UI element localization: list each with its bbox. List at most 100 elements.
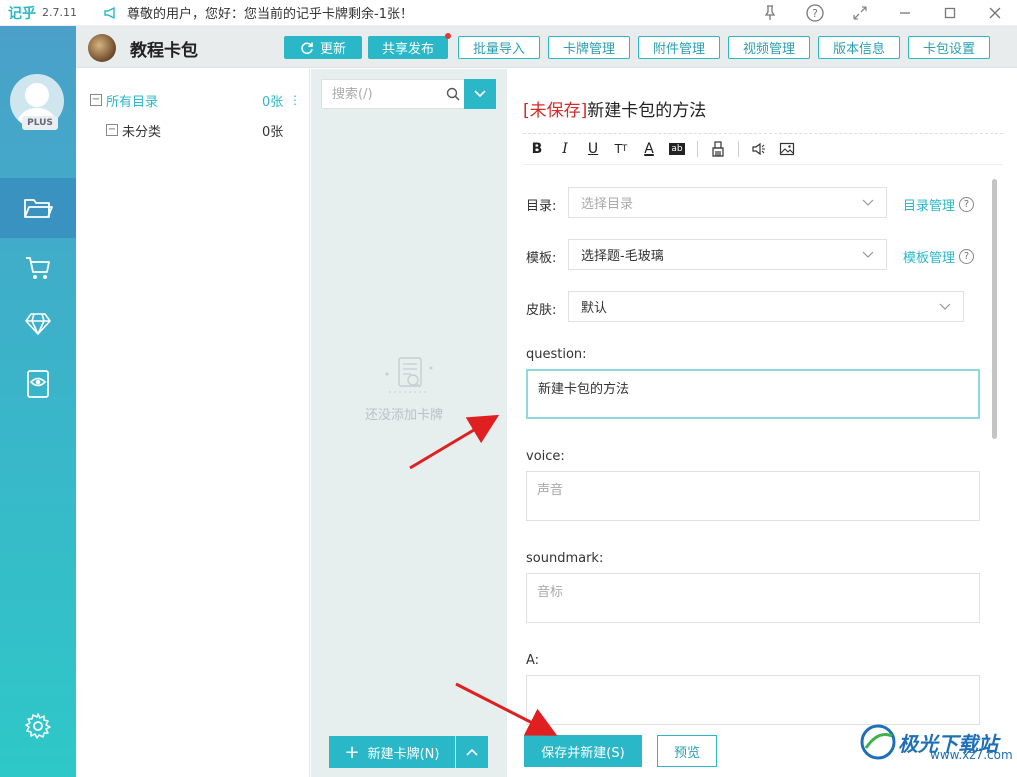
cart-icon — [26, 257, 50, 279]
audio-icon[interactable] — [745, 135, 773, 163]
update-label: 更新 — [319, 42, 346, 57]
diamond-icon — [25, 313, 51, 335]
watermark-logo-icon — [860, 724, 896, 760]
voice-field[interactable]: 声音 — [526, 471, 980, 521]
highlight-icon[interactable]: ab — [663, 135, 691, 163]
question-field[interactable]: 新建卡包的方法 — [526, 369, 980, 419]
help-icon[interactable]: ? — [959, 197, 975, 212]
save-and-new-button[interactable]: 保存并新建(S) — [524, 735, 642, 767]
tree-item-count: 0张 — [262, 94, 284, 110]
window-controls: ? — [747, 0, 1017, 26]
help-icon[interactable]: ? — [959, 249, 975, 264]
attachment-manage-button[interactable]: 附件管理 — [638, 36, 720, 59]
notice-text[interactable]: 尊敬的用户，您好：您当前的记乎卡牌剩余-1张！ — [127, 3, 413, 22]
pin-icon[interactable] — [747, 0, 792, 26]
tree-item-count: 0张 — [262, 124, 284, 140]
option-a-label: A: — [526, 653, 540, 668]
directory-tree: − 所有目录 0张 ⋮ − 未分类 0张 — [76, 69, 310, 777]
card-editor: [未保存]新建卡包的方法 B I U TT A ab 目录: 选择目录 目录管理… — [507, 69, 1017, 777]
version-info-label: 版本信息 — [832, 42, 885, 57]
help-icon[interactable]: ? — [792, 0, 837, 26]
preview-button[interactable]: 预览 — [657, 735, 717, 767]
tree-item-uncategorized[interactable]: − 未分类 0张 — [106, 120, 316, 140]
font-size-icon[interactable]: TT — [607, 135, 635, 163]
image-icon[interactable] — [773, 135, 801, 163]
nav-settings[interactable] — [0, 696, 76, 756]
question-label: question: — [526, 347, 587, 362]
chevron-up-icon — [466, 748, 478, 756]
unsaved-tag: [未保存] — [523, 101, 588, 121]
nav-vip[interactable] — [0, 294, 76, 354]
close-icon[interactable] — [972, 0, 1017, 26]
left-sidebar: PLUS — [0, 26, 76, 777]
chevron-down-icon — [862, 251, 874, 258]
new-card-button[interactable]: + 新建卡牌(N) — [329, 736, 455, 768]
directory-label: 目录: — [526, 199, 557, 214]
empty-state-text: 还没添加卡牌 — [365, 408, 444, 423]
template-manage-link[interactable]: 模板管理 ? — [903, 247, 975, 266]
empty-cards-icon — [385, 357, 433, 393]
directory-placeholder: 选择目录 — [581, 197, 634, 212]
nav-view[interactable] — [0, 354, 76, 414]
card-list-panel: 还没添加卡牌 + 新建卡牌(N) — [311, 69, 507, 777]
tree-item-label: 未分类 — [122, 124, 162, 140]
nav-store[interactable] — [0, 238, 76, 298]
directory-select[interactable]: 选择目录 — [568, 187, 887, 218]
option-a-field[interactable] — [526, 675, 980, 725]
watermark: 极光下载站 www.xz7.com — [858, 722, 1013, 762]
directory-manage-label: 目录管理 — [903, 199, 956, 214]
share-publish-button[interactable]: 共享发布 — [368, 33, 451, 59]
collapse-icon[interactable]: − — [106, 124, 118, 136]
new-card-options-button[interactable] — [456, 736, 488, 768]
font-color-icon[interactable]: A — [635, 135, 663, 163]
voice-label: voice: — [526, 449, 565, 464]
collapse-icon[interactable]: − — [90, 94, 102, 106]
search-box — [321, 79, 471, 109]
more-icon[interactable]: ⋮ — [289, 93, 301, 107]
refresh-icon — [301, 42, 313, 54]
version-info-button[interactable]: 版本信息 — [818, 36, 900, 59]
template-label: 模板: — [526, 251, 557, 266]
notification-dot — [445, 33, 451, 39]
tree-item-all[interactable]: − 所有目录 0张 ⋮ — [90, 90, 301, 110]
maximize-icon[interactable] — [927, 0, 972, 26]
pack-title: 教程卡包 — [130, 41, 198, 61]
fullscreen-icon[interactable] — [837, 0, 882, 26]
settings-icon — [25, 713, 51, 739]
watermark-url: www.xz7.com — [930, 748, 1013, 762]
template-select[interactable]: 选择题-毛玻璃 — [568, 239, 887, 270]
pack-thumbnail — [88, 34, 116, 62]
italic-icon[interactable]: I — [551, 135, 579, 163]
template-value: 选择题-毛玻璃 — [581, 249, 664, 264]
skin-value: 默认 — [581, 301, 608, 316]
attachment-manage-label: 附件管理 — [652, 42, 705, 57]
svg-text:?: ? — [812, 7, 818, 20]
batch-import-button[interactable]: 批量导入 — [458, 36, 540, 59]
bold-icon[interactable]: B — [523, 135, 551, 163]
plus-badge: PLUS — [22, 116, 58, 130]
filter-dropdown-button[interactable] — [464, 79, 496, 109]
soundmark-field[interactable]: 音标 — [526, 573, 980, 623]
underline-icon[interactable]: U — [579, 135, 607, 163]
card-title: [未保存]新建卡包的方法 — [523, 96, 706, 121]
video-manage-button[interactable]: 视频管理 — [728, 36, 810, 59]
minimize-icon[interactable] — [882, 0, 927, 26]
clear-format-icon[interactable] — [704, 135, 732, 163]
update-button[interactable]: 更新 — [284, 36, 362, 59]
pack-settings-button[interactable]: 卡包设置 — [908, 36, 990, 59]
soundmark-label: soundmark: — [526, 551, 604, 566]
search-input[interactable] — [332, 86, 442, 102]
card-manage-button[interactable]: 卡牌管理 — [548, 36, 630, 59]
search-icon[interactable] — [446, 87, 460, 101]
format-toolbar: B I U TT A ab — [523, 133, 1003, 165]
skin-select[interactable]: 默认 — [568, 291, 964, 322]
nav-folder[interactable] — [0, 178, 76, 238]
chevron-down-icon — [862, 199, 874, 206]
card-manage-label: 卡牌管理 — [562, 42, 615, 57]
share-publish-label: 共享发布 — [381, 42, 434, 57]
pack-settings-label: 卡包设置 — [922, 42, 975, 57]
title-bar: 记乎 2.7.11 尊敬的用户，您好：您当前的记乎卡牌剩余-1张！ ? — [0, 0, 1017, 26]
directory-manage-link[interactable]: 目录管理 ? — [903, 195, 975, 214]
editor-scrollbar[interactable] — [992, 179, 997, 439]
batch-import-label: 批量导入 — [472, 42, 525, 57]
